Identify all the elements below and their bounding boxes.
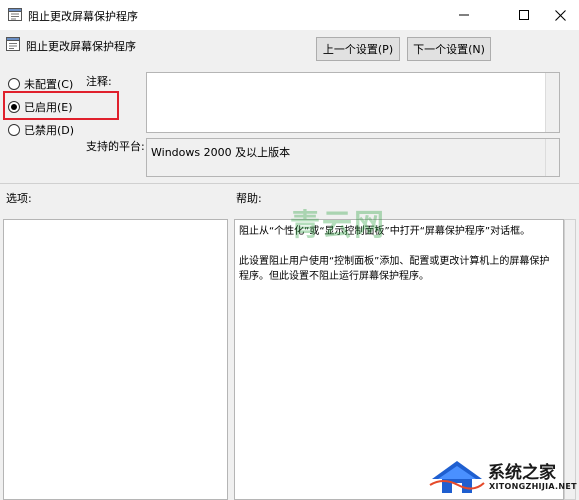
help-scrollbar[interactable] [564,219,576,500]
options-label: 选项: [6,192,32,205]
platform-field: Windows 2000 及以上版本 [146,138,560,177]
policy-icon [8,8,22,21]
brand-logo-icon [429,461,485,493]
platform-scrollbar[interactable] [545,139,559,176]
note-label: 注释: [86,75,112,88]
watermark-text: 青云网 [290,208,386,243]
setting-title: 阻止更改屏幕保护程序 [26,40,136,53]
platform-label: 支持的平台: [86,140,145,153]
radio-disabled[interactable]: 已禁用(D) [8,122,74,138]
brand-name: 系统之家 [488,463,556,483]
note-textarea[interactable] [146,72,560,133]
highlight-annotation [3,91,119,120]
brand-url: XITONGZHIJIA.NET [489,482,577,491]
help-label: 帮助: [236,192,262,205]
options-pane [3,219,228,500]
help-paragraph: 此设置阻止用户使用“控制面板”添加、配置或更改计算机上的屏幕保护程序。但此设置不… [239,256,550,282]
radio-label: 已禁用(D) [24,124,75,137]
close-icon [554,9,566,21]
radio-label: 未配置(C) [24,78,74,91]
platform-value: Windows 2000 及以上版本 [151,146,291,159]
note-scrollbar[interactable] [545,73,559,132]
minimize-button[interactable] [441,0,487,30]
window-title: 阻止更改屏幕保护程序 [28,10,138,23]
maximize-icon [519,10,529,20]
radio-button[interactable] [8,124,20,136]
previous-setting-button[interactable]: 上一个设置(P) [316,37,400,61]
radio-button[interactable] [8,78,20,90]
minimize-icon [459,14,469,16]
radio-not-configured[interactable]: 未配置(C) [8,76,73,92]
section-divider [0,183,579,184]
policy-icon [6,37,20,51]
help-paragraph: 阻止从“个性化”或“显示控制面板”中打开“屏幕保护程序”对话框。 [239,226,531,237]
title-bar: 阻止更改屏幕保护程序 [0,0,579,30]
close-button[interactable] [541,0,579,30]
next-setting-button[interactable]: 下一个设置(N) [407,37,491,61]
